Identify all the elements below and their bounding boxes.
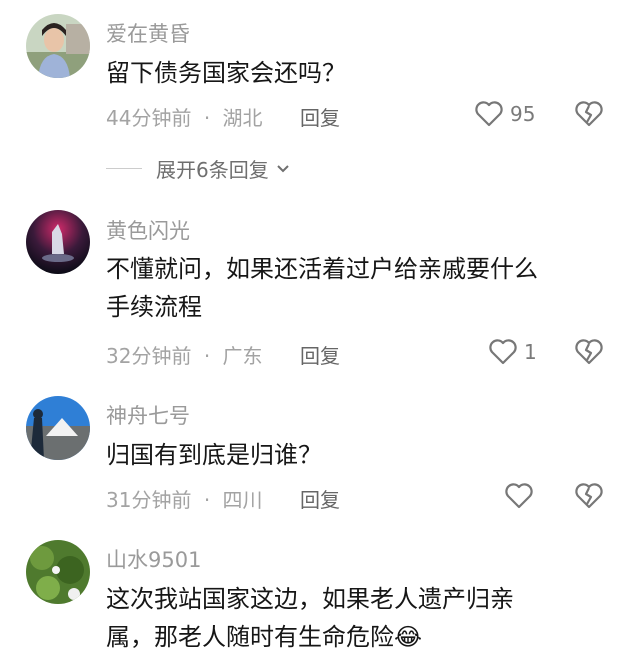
heart-outline-icon	[475, 101, 503, 127]
comment-time: 32分钟前	[106, 344, 192, 368]
comment-username[interactable]: 黄色闪光	[106, 215, 190, 245]
comment-location: 四川	[222, 488, 263, 512]
reply-button[interactable]: 回复	[300, 102, 340, 131]
expand-replies-button[interactable]: 展开6条回复	[106, 154, 291, 183]
comment-time: 31分钟前	[106, 488, 192, 512]
meta-separator: ·	[203, 344, 211, 368]
dislike-button[interactable]	[574, 100, 604, 132]
broken-heart-icon	[575, 101, 603, 127]
comment-text: 归国有到底是归谁？	[106, 441, 322, 469]
avatar[interactable]	[26, 540, 90, 604]
like-count: 95	[510, 102, 536, 126]
like-count: 1	[524, 340, 537, 364]
reply-button[interactable]: 回复	[300, 340, 340, 369]
chevron-down-icon	[277, 164, 289, 172]
like-button[interactable]: 95	[474, 100, 535, 128]
comment-text: 不懂就问，如果还活着过户给亲戚要什么 手续流程	[106, 255, 538, 321]
avatar[interactable]	[26, 396, 90, 460]
broken-heart-icon	[575, 339, 603, 365]
dislike-button[interactable]	[574, 338, 604, 370]
comment-meta: 44分钟前 · 湖北	[106, 102, 263, 131]
comment-text: 这次我站国家这边，如果老人遗产归亲 属，那老人随时有生命危险😂	[106, 585, 514, 651]
expand-replies-label: 展开6条回复	[156, 158, 269, 182]
comment-time: 44分钟前	[106, 106, 192, 130]
avatar[interactable]	[26, 14, 90, 78]
divider	[106, 168, 142, 169]
comment-location: 湖北	[222, 106, 263, 130]
comment-meta: 32分钟前 · 广东	[106, 340, 263, 369]
like-button[interactable]: 1	[488, 338, 537, 366]
dislike-button[interactable]	[574, 482, 604, 514]
avatar[interactable]	[26, 210, 90, 274]
comment-text: 留下债务国家会还吗？	[106, 59, 346, 87]
broken-heart-icon	[575, 483, 603, 509]
meta-separator: ·	[203, 488, 211, 512]
comment-username[interactable]: 山水9501	[106, 544, 201, 574]
heart-outline-icon	[505, 483, 533, 509]
reply-button[interactable]: 回复	[300, 484, 340, 513]
comment-location: 广东	[222, 344, 263, 368]
comment-meta: 31分钟前 · 四川	[106, 484, 263, 513]
heart-outline-icon	[489, 339, 517, 365]
meta-separator: ·	[203, 106, 211, 130]
comment-username[interactable]: 爱在黄昏	[106, 18, 190, 48]
like-button[interactable]	[504, 482, 534, 510]
comment-username[interactable]: 神舟七号	[106, 400, 190, 430]
